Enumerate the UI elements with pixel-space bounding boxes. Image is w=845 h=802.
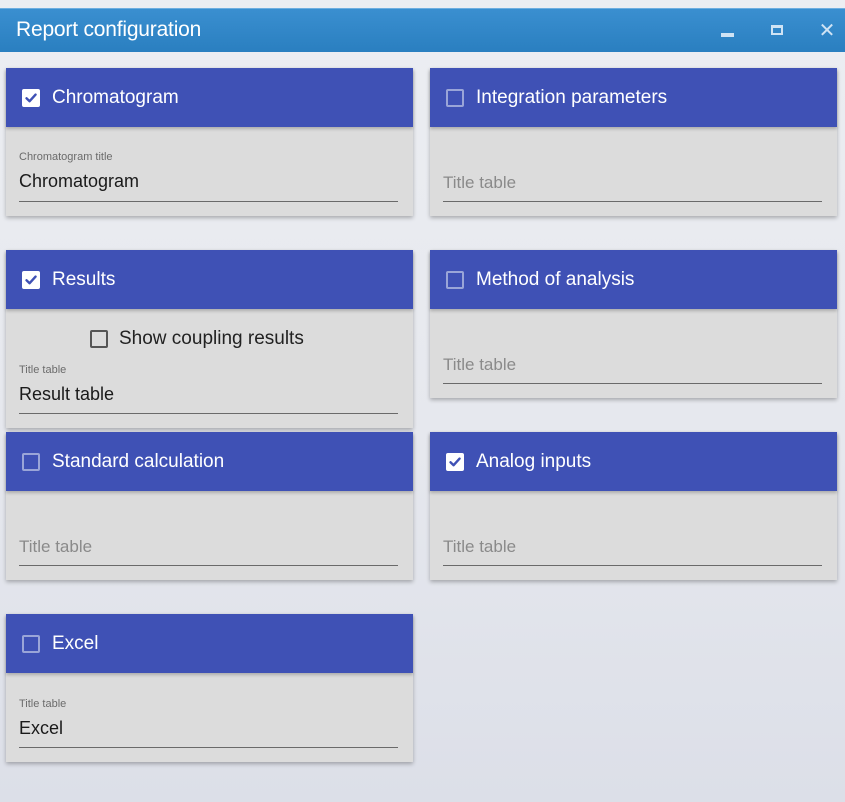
excel-checkbox[interactable] <box>22 634 40 653</box>
chromatogram-checkbox[interactable] <box>22 88 40 107</box>
standard-title-field[interactable]: Title table <box>19 532 398 566</box>
window-title: Report configuration <box>16 18 202 41</box>
results-label: Results <box>52 268 116 290</box>
excel-title-field[interactable]: Title table Excel <box>19 694 398 748</box>
card-results: Results Show coupling results Title tabl… <box>6 250 413 428</box>
results-title-label: Title table <box>19 364 67 376</box>
close-icon: ✕ <box>818 18 836 42</box>
card-integration-parameters: Integration parameters Title table <box>430 68 837 216</box>
excel-title-label: Title table <box>19 698 67 710</box>
card-method-of-analysis: Method of analysis Title table <box>430 250 837 398</box>
results-checkbox[interactable] <box>22 270 40 289</box>
results-title-value: Result table <box>19 384 115 404</box>
analog-title-field[interactable]: Title table <box>443 532 822 566</box>
window-titlebar[interactable]: Report configuration ✕ <box>0 8 845 52</box>
card-chromatogram: Chromatogram Chromatogram title Chromato… <box>6 68 413 216</box>
standard-calculation-toggle[interactable]: Standard calculation <box>6 432 413 491</box>
coupling-checkbox-box[interactable] <box>90 330 108 348</box>
chromatogram-title-value: Chromatogram <box>19 171 140 191</box>
checkmark-icon <box>25 92 37 102</box>
chromatogram-title-field[interactable]: Chromatogram title Chromatogram <box>19 148 398 202</box>
integration-title-field[interactable]: Title table <box>443 168 822 202</box>
maximize-button[interactable] <box>766 19 788 41</box>
excel-label: Excel <box>52 632 99 654</box>
integration-parameters-label: Integration parameters <box>476 86 668 108</box>
standard-calculation-label: Standard calculation <box>52 450 225 472</box>
close-button[interactable]: ✕ <box>816 19 838 41</box>
method-title-placeholder: Title table <box>443 355 517 374</box>
analog-inputs-toggle[interactable]: Analog inputs <box>430 432 837 491</box>
results-title-field[interactable]: Title table Result table <box>19 360 398 414</box>
analog-inputs-label: Analog inputs <box>476 450 592 472</box>
checkmark-icon <box>449 456 461 466</box>
excel-title-value: Excel <box>19 718 64 738</box>
integration-parameters-checkbox[interactable] <box>446 88 464 107</box>
chromatogram-title-label: Chromatogram title <box>19 151 113 163</box>
chromatogram-toggle[interactable]: Chromatogram <box>6 68 413 127</box>
results-toggle[interactable]: Results <box>6 250 413 309</box>
method-of-analysis-checkbox[interactable] <box>446 270 464 289</box>
analog-title-placeholder: Title table <box>443 537 517 556</box>
minimize-button[interactable] <box>716 19 738 41</box>
method-of-analysis-toggle[interactable]: Method of analysis <box>430 250 837 309</box>
method-of-analysis-label: Method of analysis <box>476 268 635 290</box>
checkmark-icon <box>25 274 37 284</box>
method-title-field[interactable]: Title table <box>443 350 822 384</box>
standard-calculation-checkbox[interactable] <box>22 452 40 471</box>
chromatogram-label: Chromatogram <box>52 86 179 108</box>
minimize-icon <box>720 33 734 37</box>
show-coupling-results-checkbox[interactable]: Show coupling results <box>90 328 304 350</box>
card-standard-calculation: Standard calculation Title table <box>6 432 413 580</box>
show-coupling-results-label: Show coupling results <box>119 328 304 349</box>
excel-toggle[interactable]: Excel <box>6 614 413 673</box>
card-analog-inputs: Analog inputs Title table <box>430 432 837 580</box>
analog-inputs-checkbox[interactable] <box>446 452 464 471</box>
standard-title-placeholder: Title table <box>19 537 93 556</box>
card-excel: Excel Title table Excel <box>6 614 413 762</box>
integration-parameters-toggle[interactable]: Integration parameters <box>430 68 837 127</box>
maximize-icon <box>771 25 783 35</box>
integration-title-placeholder: Title table <box>443 173 517 192</box>
